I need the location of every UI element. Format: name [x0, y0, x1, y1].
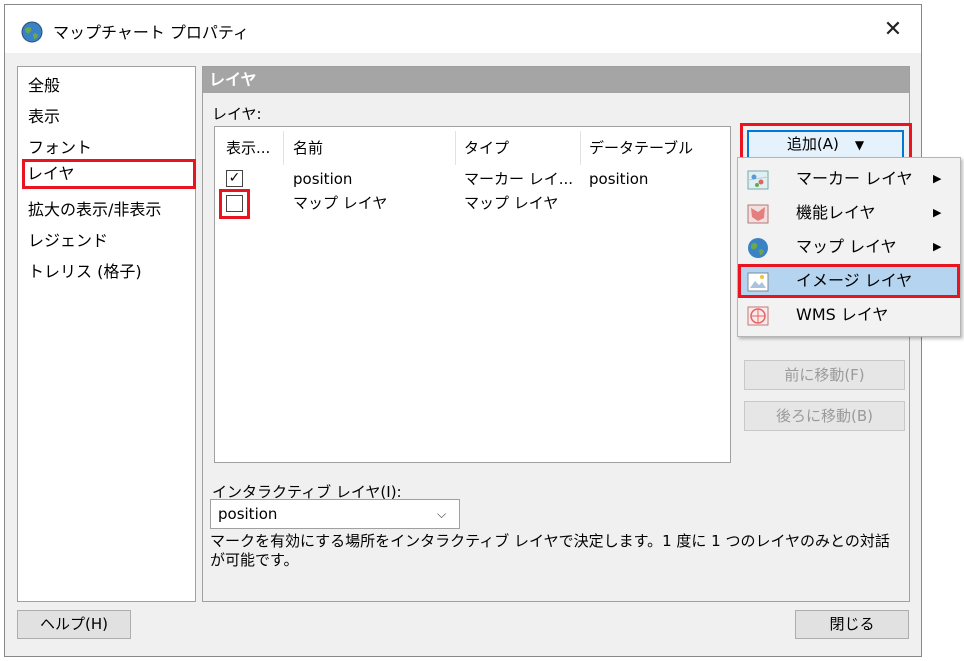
add-layer-button[interactable]: 追加(A) ▼ — [747, 130, 904, 159]
category-list: 全般 表示 フォント レイヤ 拡大の表示/非表示 レジェンド トレリス (格子) — [17, 66, 196, 602]
layer-name-cell: マップ レイヤ — [293, 194, 388, 212]
interactive-layer-select[interactable]: position ⌵ — [210, 499, 460, 529]
menu-item-label: WMS レイヤ — [796, 305, 889, 324]
layer-type-cell: マップ レイヤ — [464, 194, 559, 212]
column-header-data-table[interactable]: データテーブル — [581, 133, 721, 163]
close-button[interactable]: 閉じる — [795, 610, 909, 639]
panel-header: レイヤ — [203, 67, 909, 93]
menu-item-label: マップ レイヤ — [796, 237, 897, 256]
title-bar: マップチャート プロパティ ✕ — [5, 5, 921, 53]
visible-checkbox-row-2[interactable] — [226, 195, 243, 212]
nav-item-general[interactable]: 全般 — [26, 71, 60, 101]
nav-item-zoom-visibility[interactable]: 拡大の表示/非表示 — [26, 195, 161, 225]
layers-label: レイヤ: — [212, 105, 262, 123]
move-back-button[interactable]: 後ろに移動(B) — [744, 401, 905, 431]
column-header-name[interactable]: 名前 — [285, 133, 455, 163]
column-header-visible[interactable]: 表示... — [218, 133, 283, 163]
globe-icon — [746, 236, 770, 260]
chevron-down-icon: ⌵ — [437, 507, 447, 521]
layer-type-cell: マーカー レイ... — [464, 170, 574, 188]
submenu-arrow-icon: ▶ — [933, 240, 942, 253]
menu-item-marker-layer[interactable]: マーカー レイヤ ▶ — [738, 162, 960, 196]
menu-item-map-layer[interactable]: マップ レイヤ ▶ — [738, 230, 960, 264]
nav-item-layer[interactable]: レイヤ — [22, 159, 196, 189]
menu-item-label: イメージ レイヤ — [796, 271, 913, 290]
close-window-button[interactable]: ✕ — [873, 13, 913, 47]
add-layer-menu: マーカー レイヤ ▶ 機能レイヤ ▶ マップ レイヤ ▶ イメージ レイヤ WM… — [737, 157, 961, 337]
nav-item-trellis[interactable]: トレリス (格子) — [26, 257, 142, 287]
menu-item-label: マーカー レイヤ — [796, 169, 913, 188]
menu-item-label: 機能レイヤ — [796, 203, 876, 222]
menu-item-wms-layer[interactable]: WMS レイヤ — [738, 298, 960, 332]
wms-layer-icon — [746, 304, 770, 328]
globe-icon — [21, 21, 43, 43]
move-forward-button[interactable]: 前に移動(F) — [744, 360, 905, 390]
help-button[interactable]: ヘルプ(H) — [17, 610, 131, 639]
add-button-label: 追加(A) — [786, 135, 839, 153]
feature-layer-icon — [746, 202, 770, 226]
layer-table-cell: position — [589, 170, 649, 188]
window-title: マップチャート プロパティ — [53, 23, 249, 42]
nav-item-legend[interactable]: レジェンド — [26, 226, 108, 256]
image-layer-icon — [746, 270, 770, 294]
layer-table[interactable]: 表示... 名前 タイプ データテーブル ✓ position マーカー レイ.… — [214, 126, 731, 463]
submenu-arrow-icon: ▶ — [933, 206, 942, 219]
layer-name-cell: position — [293, 170, 353, 188]
interactive-layer-value: position — [218, 505, 278, 523]
visible-checkbox-row-1[interactable]: ✓ — [226, 170, 243, 187]
interactive-layer-description: マークを有効にする場所をインタラクティブ レイヤで決定します。1 度に 1 つの… — [210, 532, 890, 569]
dropdown-arrow-icon: ▼ — [854, 138, 865, 152]
menu-item-image-layer[interactable]: イメージ レイヤ — [738, 264, 960, 298]
menu-item-feature-layer[interactable]: 機能レイヤ ▶ — [738, 196, 960, 230]
submenu-arrow-icon: ▶ — [933, 172, 942, 185]
column-header-type[interactable]: タイプ — [456, 133, 580, 163]
nav-item-display[interactable]: 表示 — [26, 102, 60, 132]
marker-layer-icon — [746, 168, 770, 192]
